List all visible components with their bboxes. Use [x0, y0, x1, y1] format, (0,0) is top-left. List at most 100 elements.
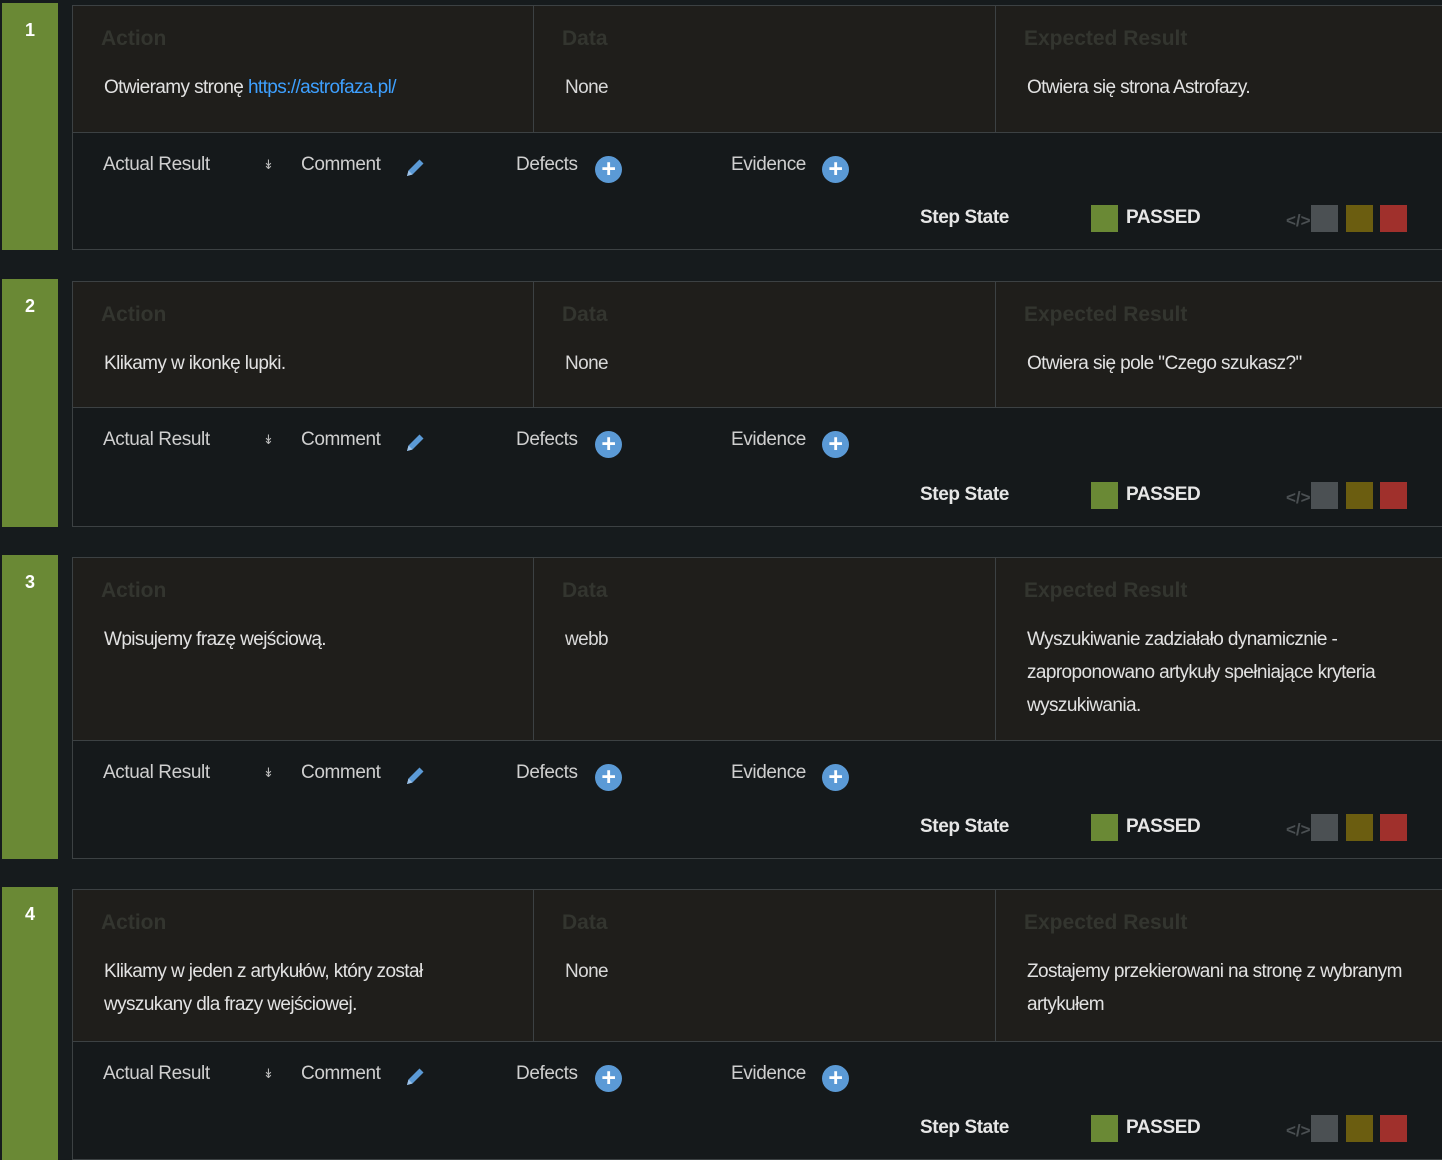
expected-result-cell: Expected Result Zostajemy przekierowani …: [996, 890, 1442, 1041]
action-text-prefix: Otwieramy stronę: [104, 77, 248, 98]
evidence-label: Evidence: [731, 154, 806, 175]
actual-result-toggle[interactable]: Actual Result ↡: [103, 762, 274, 784]
actual-result-label: Actual Result: [103, 429, 210, 450]
comment-field[interactable]: Comment: [301, 1063, 424, 1085]
comment-label: Comment: [301, 429, 381, 450]
add-defect-plus-icon[interactable]: +: [595, 156, 622, 183]
code-icon[interactable]: </>: [1286, 1121, 1311, 1141]
add-evidence-plus-icon[interactable]: +: [822, 431, 849, 458]
add-evidence-plus-icon[interactable]: +: [822, 764, 849, 791]
expected-result-label: Expected Result: [1024, 911, 1188, 934]
defects-field[interactable]: Defects +: [516, 762, 622, 791]
comment-field[interactable]: Comment: [301, 154, 424, 176]
step-number: 2: [24, 296, 35, 316]
comment-label: Comment: [301, 1063, 381, 1084]
actual-result-label: Actual Result: [103, 1063, 210, 1084]
step-state-label: Step State: [920, 1117, 1009, 1138]
add-defect-plus-icon[interactable]: +: [595, 764, 622, 791]
state-executing-button[interactable]: [1346, 814, 1373, 841]
test-step: 4 Action Klikamy w jeden z artykułów, kt…: [0, 887, 1442, 1160]
defects-field[interactable]: Defects +: [516, 429, 622, 458]
data-label: Data: [562, 579, 608, 602]
actual-result-toggle[interactable]: Actual Result ↡: [103, 429, 274, 451]
step-state-value[interactable]: PASSED: [1126, 207, 1201, 229]
state-executing-button[interactable]: [1346, 482, 1373, 509]
step-state-value[interactable]: PASSED: [1126, 484, 1201, 506]
actual-result-label: Actual Result: [103, 762, 210, 783]
code-icon[interactable]: </>: [1286, 820, 1311, 840]
add-defect-plus-icon[interactable]: +: [595, 431, 622, 458]
comment-label: Comment: [301, 762, 381, 783]
evidence-label: Evidence: [731, 762, 806, 783]
state-executing-button[interactable]: [1346, 1115, 1373, 1142]
action-link[interactable]: https://astrofaza.pl/: [248, 77, 397, 98]
step-state-label: Step State: [920, 816, 1009, 837]
defects-label: Defects: [516, 762, 578, 783]
pencil-icon[interactable]: [403, 1065, 427, 1089]
state-todo-button[interactable]: [1311, 205, 1338, 232]
step-number: 3: [24, 572, 35, 592]
state-failed-button[interactable]: [1380, 814, 1407, 841]
evidence-label: Evidence: [731, 1063, 806, 1084]
state-failed-button[interactable]: [1380, 205, 1407, 232]
comment-field[interactable]: Comment: [301, 762, 424, 784]
data-text: webb: [565, 629, 609, 650]
double-chevron-down-icon[interactable]: ↡: [263, 765, 274, 781]
step-card: Action Wpisujemy frazę wejściową. Data w…: [72, 557, 1442, 859]
double-chevron-down-icon[interactable]: ↡: [263, 1066, 274, 1082]
data-label: Data: [562, 27, 608, 50]
pencil-icon[interactable]: [403, 431, 427, 455]
state-failed-button[interactable]: [1380, 1115, 1407, 1142]
code-icon[interactable]: </>: [1286, 211, 1311, 231]
expected-result-label: Expected Result: [1024, 27, 1188, 50]
state-executing-button[interactable]: [1346, 205, 1373, 232]
step-result-row: Actual Result ↡ Comment Defects + Eviden…: [73, 407, 1442, 526]
action-text: Wpisujemy frazę wejściową.: [104, 623, 503, 656]
step-details-row: Action Klikamy w ikonkę lupki. Data None…: [73, 282, 1442, 408]
defects-field[interactable]: Defects +: [516, 1063, 622, 1092]
expected-result-cell: Expected Result Otwiera się pole "Czego …: [996, 282, 1442, 407]
step-card: Action Otwieramy stronę https://astrofaz…: [72, 5, 1442, 250]
defects-field[interactable]: Defects +: [516, 154, 622, 183]
test-step: 1 Action Otwieramy stronę https://astrof…: [0, 3, 1442, 250]
pencil-icon[interactable]: [403, 764, 427, 788]
expected-result-text: Wyszukiwanie zadziałało dynamicznie - za…: [1027, 629, 1376, 716]
comment-field[interactable]: Comment: [301, 429, 424, 451]
double-chevron-down-icon[interactable]: ↡: [263, 157, 274, 173]
action-label: Action: [101, 579, 167, 602]
add-defect-plus-icon[interactable]: +: [595, 1065, 622, 1092]
step-state-value[interactable]: PASSED: [1126, 1117, 1201, 1139]
add-evidence-plus-icon[interactable]: +: [822, 156, 849, 183]
test-step: 3 Action Wpisujemy frazę wejściową. Data…: [0, 555, 1442, 859]
actual-result-toggle[interactable]: Actual Result ↡: [103, 154, 274, 176]
data-text: None: [565, 353, 609, 374]
data-text: None: [565, 77, 609, 98]
step-result-row: Actual Result ↡ Comment Defects + Eviden…: [73, 132, 1442, 249]
step-result-row: Actual Result ↡ Comment Defects + Eviden…: [73, 740, 1442, 858]
pencil-icon[interactable]: [403, 156, 427, 180]
evidence-field[interactable]: Evidence +: [731, 154, 849, 183]
step-card: Action Klikamy w jeden z artykułów, któr…: [72, 889, 1442, 1160]
state-todo-button[interactable]: [1311, 814, 1338, 841]
action-label: Action: [101, 303, 167, 326]
actual-result-toggle[interactable]: Actual Result ↡: [103, 1063, 274, 1085]
data-cell: Data None: [534, 6, 996, 132]
evidence-field[interactable]: Evidence +: [731, 1063, 849, 1092]
code-icon[interactable]: </>: [1286, 488, 1311, 508]
action-cell: Action Klikamy w ikonkę lupki.: [73, 282, 534, 407]
step-number-bar: 3: [2, 555, 58, 859]
evidence-label: Evidence: [731, 429, 806, 450]
evidence-field[interactable]: Evidence +: [731, 429, 849, 458]
state-failed-button[interactable]: [1380, 482, 1407, 509]
state-todo-button[interactable]: [1311, 482, 1338, 509]
step-state-value[interactable]: PASSED: [1126, 816, 1201, 838]
evidence-field[interactable]: Evidence +: [731, 762, 849, 791]
state-todo-button[interactable]: [1311, 1115, 1338, 1142]
step-details-row: Action Otwieramy stronę https://astrofaz…: [73, 6, 1442, 133]
expected-result-text: Otwiera się pole "Czego szukasz?": [1027, 353, 1302, 374]
action-cell: Action Klikamy w jeden z artykułów, któr…: [73, 890, 534, 1041]
double-chevron-down-icon[interactable]: ↡: [263, 432, 274, 448]
action-text-prefix: Klikamy w jeden z artykułów, który zosta…: [104, 961, 423, 1015]
data-label: Data: [562, 911, 608, 934]
add-evidence-plus-icon[interactable]: +: [822, 1065, 849, 1092]
